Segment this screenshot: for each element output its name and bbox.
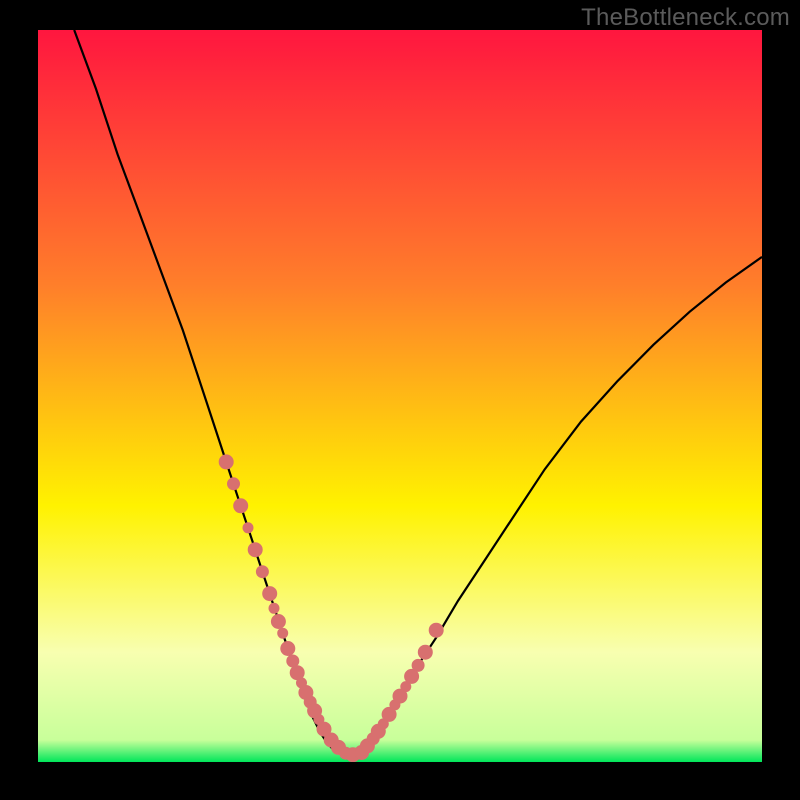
- highlight-dot: [429, 623, 443, 637]
- bottleneck-plot: [0, 0, 800, 800]
- highlight-dot: [269, 603, 279, 613]
- watermark-text: TheBottleneck.com: [581, 4, 790, 32]
- highlight-dot: [234, 499, 248, 513]
- highlight-dot: [228, 478, 240, 490]
- highlight-dot: [248, 543, 262, 557]
- highlight-dot: [256, 566, 268, 578]
- highlight-dot: [243, 523, 253, 533]
- highlight-dot: [281, 642, 295, 656]
- highlight-dot: [271, 615, 285, 629]
- highlight-dot: [418, 645, 432, 659]
- highlight-dot: [278, 628, 288, 638]
- highlight-dot: [412, 659, 424, 671]
- highlight-dot: [263, 587, 277, 601]
- plot-background: [38, 30, 762, 762]
- chart-frame: TheBottleneck.com: [0, 0, 800, 800]
- highlight-dot: [219, 455, 233, 469]
- highlight-dot: [287, 655, 299, 667]
